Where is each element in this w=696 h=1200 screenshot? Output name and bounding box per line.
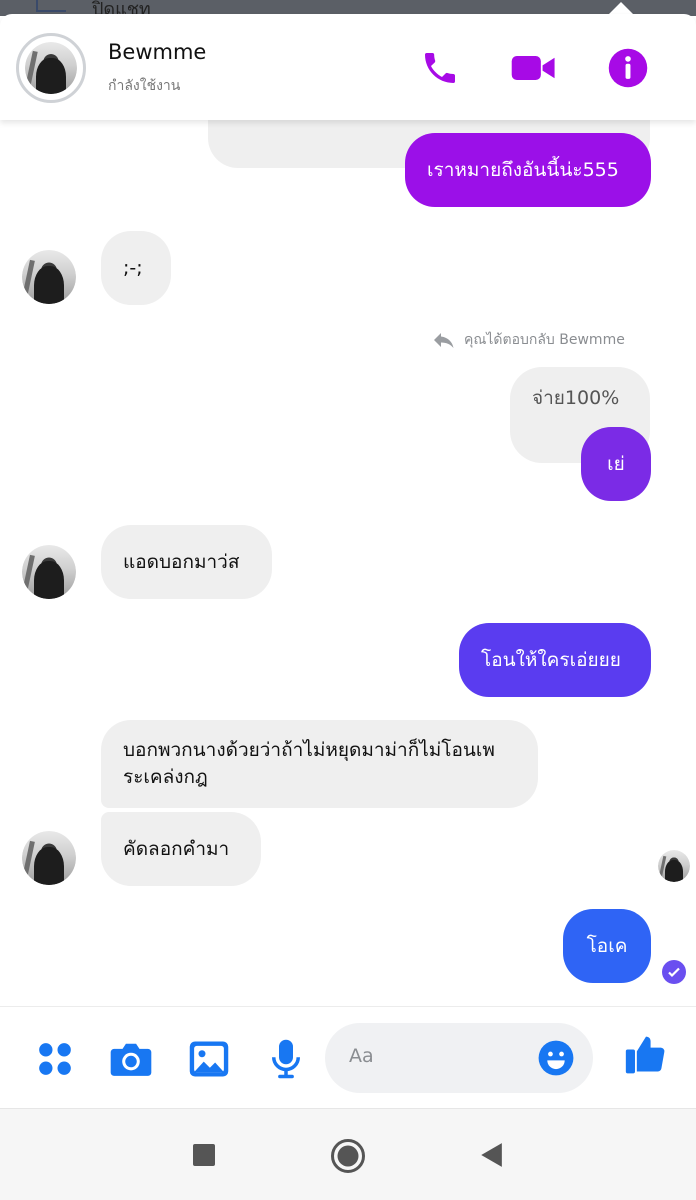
message-text: โอนให้ใครเอ่ยยย	[481, 649, 621, 671]
message-text: เราหมายถึงอันนี้น่ะ555	[427, 159, 619, 181]
like-button[interactable]	[624, 1033, 668, 1077]
message-text-line: ระเคล่งกฎ	[123, 766, 208, 788]
reply-indicator: คุณได้ตอบกลับ Bewmme	[432, 329, 625, 351]
message-input-placeholder: Aa	[349, 1045, 374, 1067]
contact-name[interactable]: Bewmme	[108, 40, 206, 64]
message-thread[interactable]: เราหมายถึงอันนี้น่ะ555 ;-; คุณได้ตอบกลับ…	[0, 90, 696, 1006]
emoji-icon[interactable]	[537, 1039, 575, 1077]
chat-header: Bewmme กำลังใช้งาน	[0, 14, 696, 120]
message-bubble-incoming[interactable]: คัดลอกคำมา	[101, 812, 261, 886]
camera-button[interactable]	[109, 1037, 153, 1081]
apps-button[interactable]	[33, 1037, 77, 1081]
message-text: คัดลอกคำมา	[123, 838, 230, 860]
back-icon	[481, 1143, 502, 1167]
reply-icon	[434, 333, 454, 348]
system-navigation-bar	[0, 1108, 696, 1200]
popup-notch	[609, 2, 633, 14]
message-bubble-incoming[interactable]: ;-;	[101, 231, 171, 305]
avatar-image	[25, 42, 77, 94]
apps-icon	[39, 1043, 71, 1075]
message-bubble-incoming[interactable]: แอดบอกมาว่ส	[101, 525, 272, 599]
sender-avatar[interactable]	[22, 831, 76, 885]
contact-avatar[interactable]	[16, 33, 86, 103]
contact-status: กำลังใช้งาน	[108, 78, 181, 94]
message-input[interactable]: Aa	[325, 1023, 593, 1093]
message-bubble-incoming[interactable]: บอกพวกนางด้วยว่าถ้าไม่หยุดมาม่าก็ไม่โอนเ…	[101, 720, 538, 808]
video-icon	[511, 56, 555, 80]
home-icon	[331, 1139, 365, 1173]
back-arrow-icon	[36, 0, 66, 12]
message-bubble-outgoing[interactable]: โอนให้ใครเอ่ยยย	[459, 623, 651, 697]
sender-avatar[interactable]	[22, 250, 76, 304]
video-call-button[interactable]	[510, 44, 558, 92]
phone-icon	[425, 53, 455, 83]
message-bubble-outgoing[interactable]: เราหมายถึงอันนี้น่ะ555	[405, 133, 651, 207]
message-bubble-outgoing[interactable]: เย่	[581, 427, 651, 501]
like-icon	[625, 1036, 665, 1074]
microphone-icon	[272, 1039, 300, 1079]
message-bubble-outgoing[interactable]: โอเค	[563, 909, 651, 983]
quoted-text: จ่าย100%	[532, 387, 620, 409]
message-text: แอดบอกมาว่ส	[123, 551, 240, 573]
seen-by-avatar	[658, 850, 690, 882]
sender-avatar[interactable]	[22, 545, 76, 599]
message-text: เย่	[607, 453, 625, 475]
message-text: ;-;	[123, 257, 143, 279]
camera-icon	[110, 1043, 152, 1076]
voice-button[interactable]	[264, 1037, 308, 1081]
gallery-button[interactable]	[187, 1037, 231, 1081]
message-text: โอเค	[586, 935, 628, 957]
message-text-line: บอกพวกนางด้วยว่าถ้าไม่หยุดมาม่าก็ไม่โอนเ…	[123, 739, 495, 761]
info-icon	[608, 48, 648, 88]
reply-note-text: คุณได้ตอบกลับ Bewmme	[464, 332, 625, 348]
gallery-icon	[189, 1041, 229, 1077]
message-composer: Aa	[0, 1006, 696, 1108]
home-button[interactable]	[329, 1137, 367, 1175]
recent-apps-button[interactable]	[186, 1137, 222, 1173]
info-button[interactable]	[604, 44, 652, 92]
delivered-check-icon	[662, 960, 686, 984]
call-button[interactable]	[416, 44, 464, 92]
recent-apps-icon	[193, 1144, 215, 1166]
back-button[interactable]	[473, 1137, 509, 1173]
